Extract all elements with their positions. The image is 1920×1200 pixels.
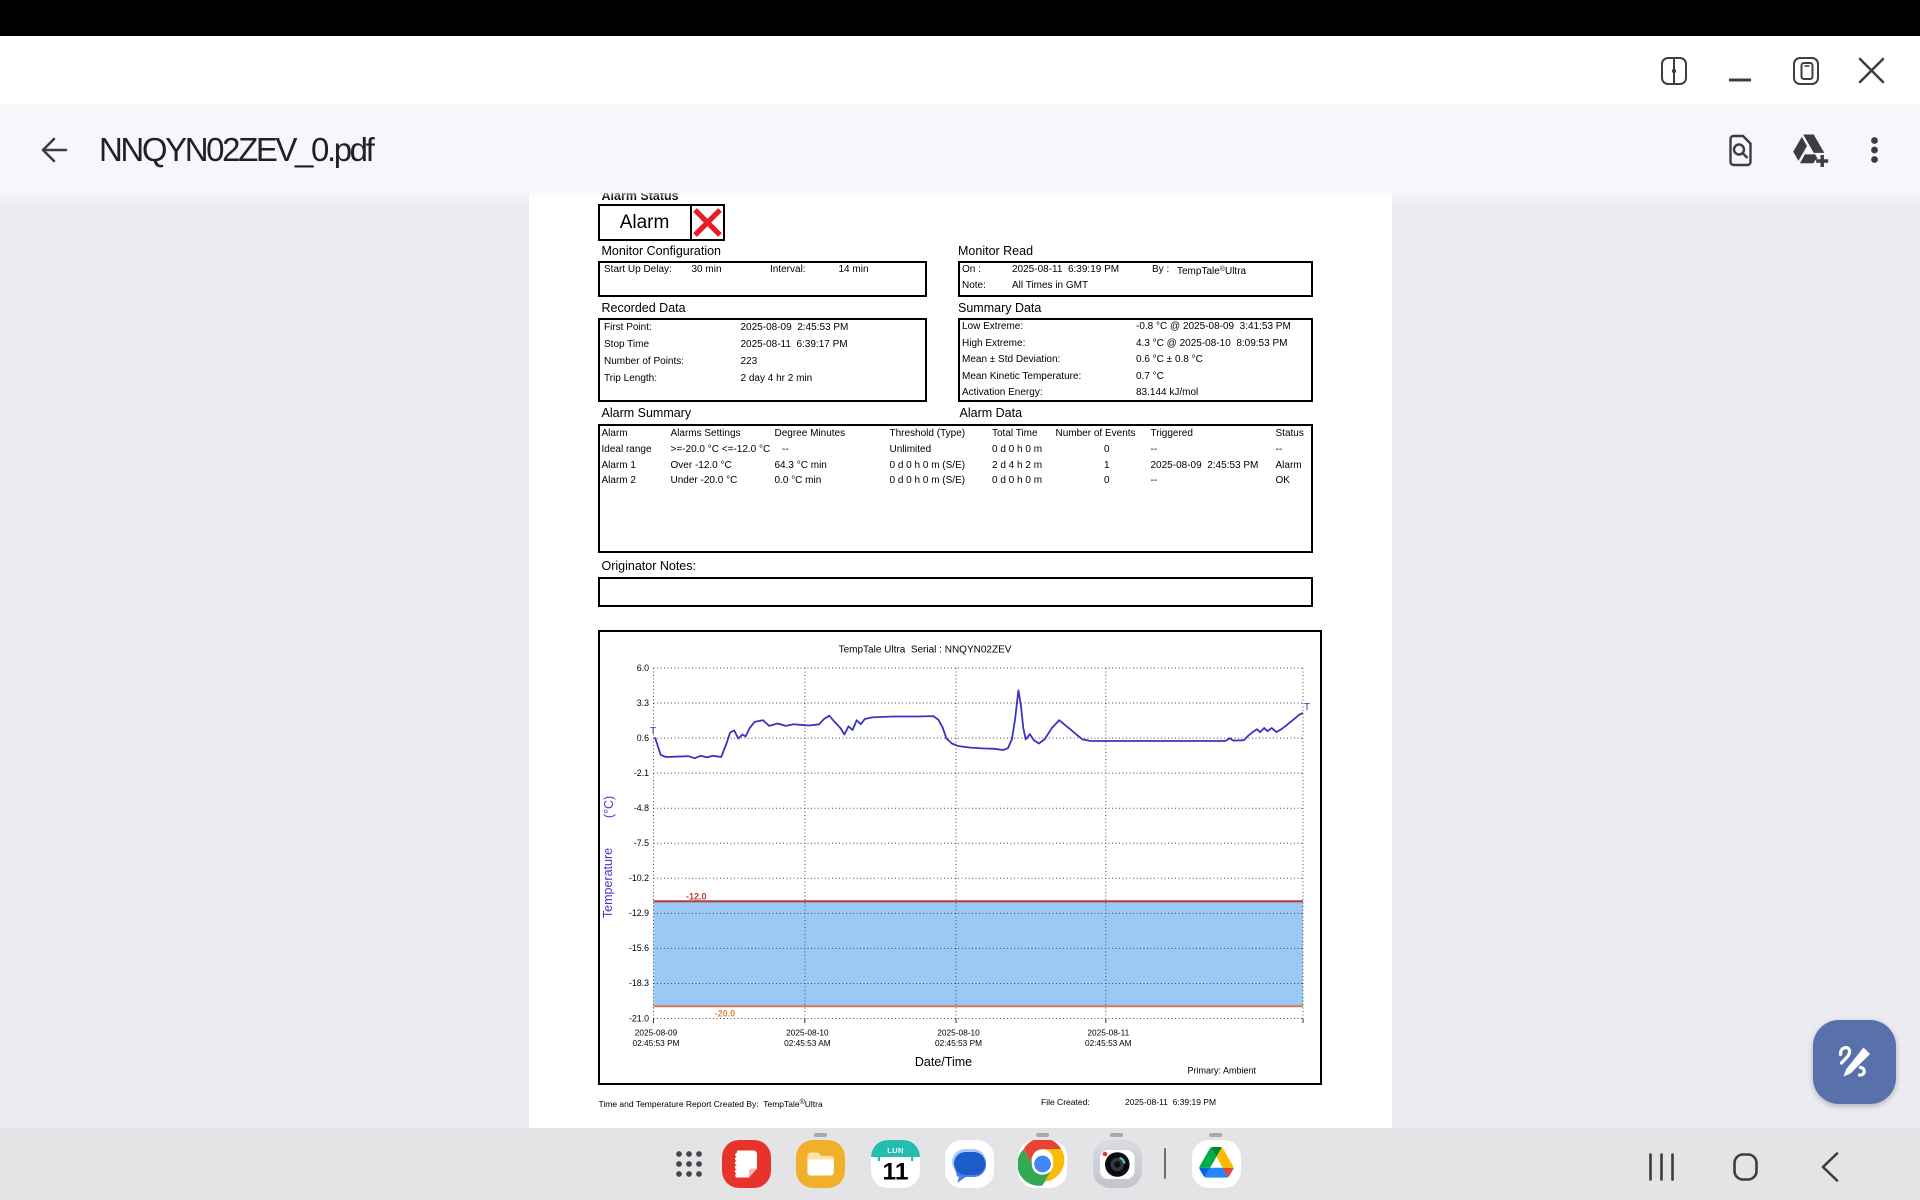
svg-text:TempTale Ultra Serial : NNQYN: TempTale Ultra Serial : NNQYN02ZEV: [838, 645, 1011, 656]
svg-text:-2.1: -2.1: [633, 768, 648, 778]
svg-text:Primary: Ambient: Primary: Ambient: [1187, 1066, 1256, 1076]
svg-text:2025-08-10: 2025-08-10: [937, 1028, 980, 1038]
svg-text:T: T: [650, 726, 656, 737]
svg-text:02:45:53 PM: 02:45:53 PM: [934, 1038, 981, 1048]
svg-text:-4.8: -4.8: [633, 803, 648, 813]
svg-text:-7.5: -7.5: [633, 838, 648, 848]
svg-text:-10.2: -10.2: [628, 873, 648, 883]
svg-text:6.0: 6.0: [636, 663, 648, 673]
svg-text:3.3: 3.3: [636, 698, 648, 708]
svg-text:02:45:53 PM: 02:45:53 PM: [632, 1038, 679, 1048]
svg-text:2025-08-11: 2025-08-11: [1087, 1028, 1129, 1038]
svg-text:-15.6: -15.6: [628, 943, 648, 953]
svg-text:-12.0: -12.0: [686, 892, 707, 902]
svg-text:02:45:53 AM: 02:45:53 AM: [1085, 1038, 1132, 1048]
svg-text:(°C): (°C): [602, 796, 616, 818]
svg-text:2025-08-09: 2025-08-09: [634, 1028, 677, 1038]
svg-text:Date/Time: Date/Time: [914, 1055, 971, 1069]
svg-text:LUN: LUN: [887, 1146, 904, 1155]
svg-text:-20.0: -20.0: [714, 1009, 735, 1019]
svg-text:0.6: 0.6: [636, 733, 648, 743]
svg-text:-18.3: -18.3: [628, 978, 648, 988]
svg-text:-12.9: -12.9: [628, 908, 648, 918]
svg-text:T: T: [1304, 702, 1310, 713]
svg-text:-21.0: -21.0: [628, 1013, 648, 1023]
svg-text:11: 11: [883, 1159, 909, 1186]
svg-text:Temperature: Temperature: [601, 848, 615, 918]
svg-text:2025-08-10: 2025-08-10: [786, 1028, 829, 1038]
svg-text:02:45:53 AM: 02:45:53 AM: [784, 1038, 831, 1048]
